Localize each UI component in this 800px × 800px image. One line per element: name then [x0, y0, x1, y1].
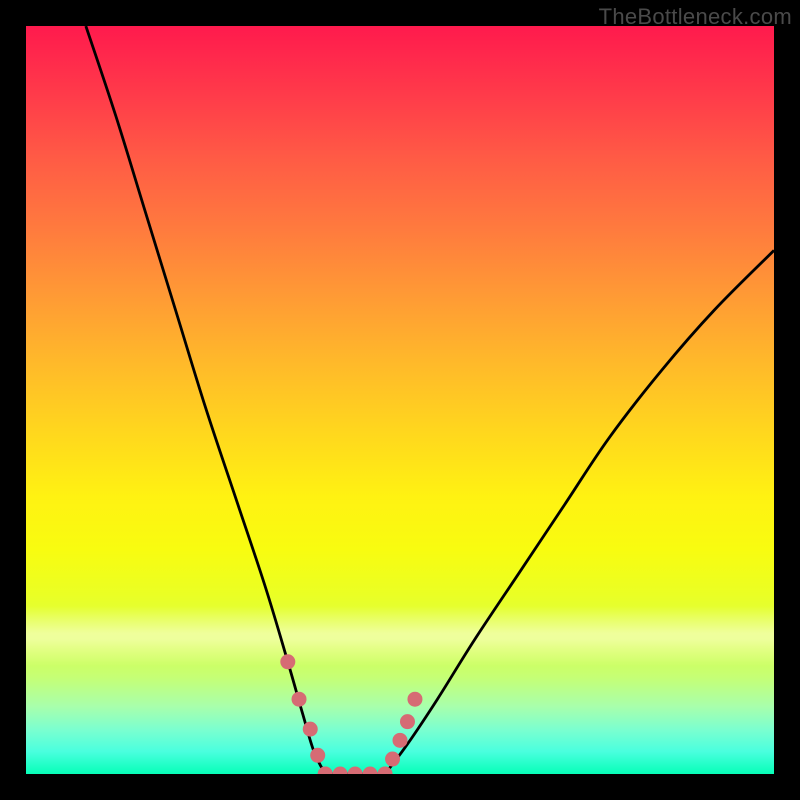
highlight-dot [363, 767, 378, 775]
highlight-dot [292, 692, 307, 707]
plot-area [26, 26, 774, 774]
highlight-dot [348, 767, 363, 775]
highlight-dot [318, 767, 333, 775]
curve-group [86, 26, 774, 774]
highlight-dot [400, 714, 415, 729]
highlight-dot [310, 748, 325, 763]
highlight-dot [303, 722, 318, 737]
highlight-dot [407, 692, 422, 707]
watermark-text: TheBottleneck.com [599, 4, 792, 30]
curve-layer [26, 26, 774, 774]
chart-container: TheBottleneck.com [0, 0, 800, 800]
right-curve [385, 250, 774, 774]
highlight-dot [385, 752, 400, 767]
highlight-dot [393, 733, 408, 748]
highlight-dot [333, 767, 348, 775]
highlight-dot [280, 654, 295, 669]
